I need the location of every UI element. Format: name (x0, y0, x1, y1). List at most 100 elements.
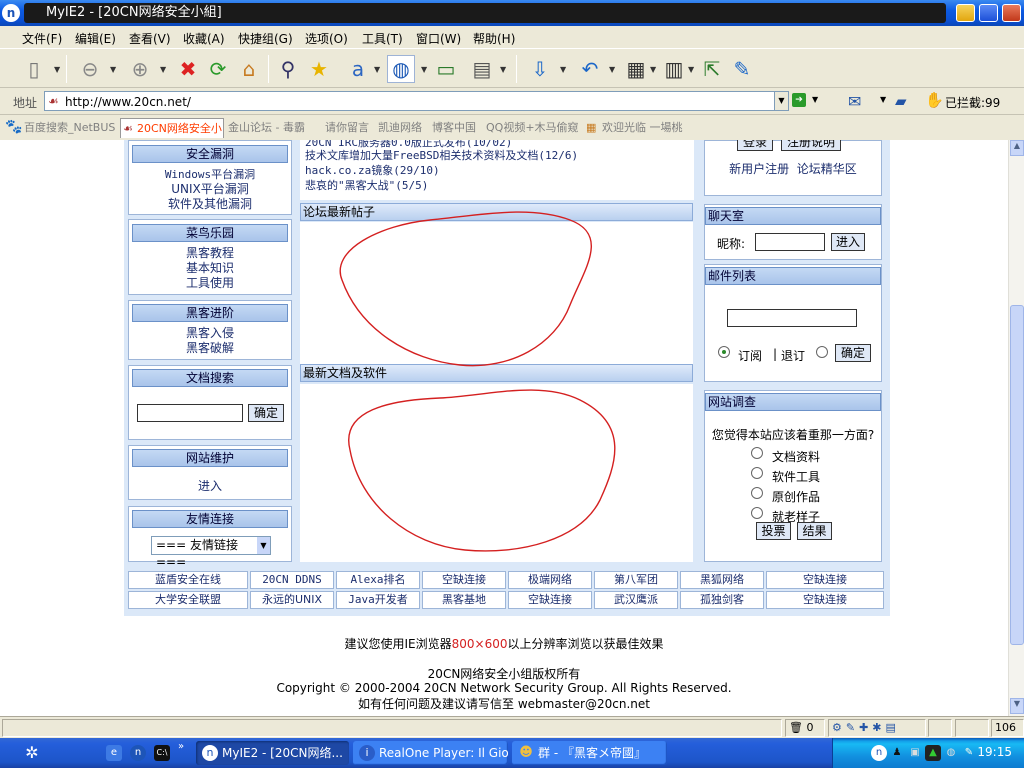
partner-link[interactable]: 极端网络 (508, 571, 592, 589)
task-qq-group[interactable]: ☻ 群 - 『黑客メ帝國』 (512, 741, 667, 765)
chevron-down-icon[interactable]: ▼ (160, 65, 166, 74)
edit-icon[interactable]: ✎ (728, 55, 756, 83)
chat-nick-input[interactable] (755, 233, 825, 251)
partner-link[interactable]: 武汉鹰派 (594, 591, 678, 609)
partner-link[interactable]: 空缺连接 (766, 591, 884, 609)
chevron-down-icon[interactable]: ▼ (110, 65, 116, 74)
vote-button[interactable]: 投票 (756, 522, 791, 540)
chevron-down-icon[interactable]: ▼ (812, 95, 818, 104)
chevron-down-icon[interactable]: ▼ (609, 65, 615, 74)
menu-tools[interactable]: 工具(T) (362, 30, 403, 47)
menu-options[interactable]: 选项(O) (305, 30, 348, 47)
chevron-down-icon[interactable]: ▼ (774, 92, 788, 110)
menu-view[interactable]: 查看(V) (129, 30, 171, 47)
translate-icon[interactable]: a (344, 55, 372, 83)
media-icon[interactable]: ▤ (468, 55, 496, 83)
mail-email-input[interactable] (727, 309, 857, 327)
tab-baidu[interactable]: 百度搜索_NetBUS (24, 118, 118, 138)
login-button[interactable]: 登录 (737, 140, 773, 151)
trash-count[interactable]: 🗑 0 (785, 719, 825, 737)
partner-link[interactable]: 空缺连接 (422, 571, 506, 589)
myie-app-icon[interactable]: n (2, 4, 20, 22)
survey-option-radio[interactable] (751, 467, 763, 479)
contact-info[interactable]: 如有任何问题及建议请写信至 webmaster@20cn.net (0, 695, 1008, 712)
partner-link[interactable]: Alexa排名 (336, 571, 420, 589)
menu-edit[interactable]: 编辑(E) (75, 30, 116, 47)
tab-kaidi[interactable]: 凯迪网络 (378, 118, 430, 138)
menu-favorites[interactable]: 收藏(A) (183, 30, 225, 47)
tab-kingsoft[interactable]: 金山论坛 - 毒霸 (228, 118, 322, 138)
partner-link[interactable]: 黑客基地 (422, 591, 506, 609)
partner-link[interactable]: 永远的UNIX (250, 591, 334, 609)
new-page-icon[interactable]: ▯ (20, 55, 48, 83)
newbie-tools-link[interactable]: 工具使用 (129, 276, 291, 291)
unsubscribe-radio[interactable] (816, 346, 828, 358)
vuln-software-link[interactable]: 软件及其他漏洞 (129, 197, 291, 212)
docsearch-input[interactable] (137, 404, 243, 422)
subscribe-radio[interactable] (718, 346, 730, 358)
search-icon[interactable]: ⚲ (274, 55, 302, 83)
vuln-windows-link[interactable]: Windows平台漏洞 (129, 167, 291, 182)
news-item[interactable]: hack.co.za镜象(29/10) (305, 162, 440, 178)
survey-option-radio[interactable] (751, 507, 763, 519)
menu-groups[interactable]: 快捷组(G) (238, 30, 293, 47)
chevron-down-icon[interactable]: ▼ (880, 95, 886, 104)
partner-link[interactable]: 20CN DDNS (250, 571, 334, 589)
advanced-intrusion-link[interactable]: 黑客入侵 (129, 326, 291, 341)
taskbar-clock[interactable]: 19:15 (977, 745, 1012, 759)
quicklaunch-cmd-icon[interactable]: C:\ (154, 745, 170, 761)
tray-myie-icon[interactable]: n (871, 745, 887, 761)
quicklaunch-ie-icon[interactable]: e (106, 745, 122, 761)
zoom-level[interactable]: 106 (991, 719, 1024, 737)
columns-icon[interactable]: ▥ (660, 55, 688, 83)
mail-icon[interactable]: ✉ (848, 92, 861, 111)
maint-enter-link[interactable]: 进入 (129, 479, 291, 494)
scroll-up-icon[interactable]: ▲ (1010, 140, 1024, 156)
friends-select[interactable]: === 友情链接 === ▼ (151, 536, 271, 569)
tray-volume-icon[interactable]: ✎ (961, 745, 977, 761)
chevron-right-icon[interactable]: » (178, 741, 184, 752)
menu-window[interactable]: 窗口(W) (416, 30, 461, 47)
globe-icon[interactable]: ◍ (387, 55, 415, 83)
mail-submit-button[interactable]: 确定 (835, 344, 871, 362)
restore-button[interactable] (979, 4, 998, 22)
chat-enter-button[interactable]: 进入 (831, 233, 865, 251)
menu-help[interactable]: 帮助(H) (473, 30, 515, 47)
vertical-scrollbar[interactable]: ▲ ▼ (1008, 140, 1024, 716)
advanced-cracking-link[interactable]: 黑客破解 (129, 341, 291, 356)
partner-link[interactable]: 第八军团 (594, 571, 678, 589)
window-icon[interactable]: ▭ (432, 55, 460, 83)
minimize-button[interactable] (956, 4, 975, 22)
news-item[interactable]: 技术文库增加大量FreeBSD相关技术资料及文档(12/6) (305, 147, 578, 163)
menu-file[interactable]: 文件(F) (22, 30, 62, 47)
start-button[interactable]: ✲ (20, 741, 44, 765)
tray-monitor-icon[interactable]: ▲ (925, 745, 941, 761)
favorites-star-icon[interactable]: ★ (305, 55, 333, 83)
chevron-down-icon[interactable]: ▼ (500, 65, 506, 74)
partner-link[interactable]: Java开发者 (336, 591, 420, 609)
back-icon[interactable]: ⊖ (76, 55, 104, 83)
forward-icon[interactable]: ⊕ (126, 55, 154, 83)
tray-qq-icon[interactable]: ♟ (889, 745, 905, 761)
status-tools[interactable]: ⚙✎✚✱▤ (828, 719, 926, 737)
tab-guestbook[interactable]: 请你留言 (325, 118, 375, 138)
news-item[interactable]: 悲哀的"黑客大战"(5/5) (305, 177, 428, 193)
chevron-down-icon[interactable]: ▼ (560, 65, 566, 74)
chevron-down-icon[interactable]: ▼ (650, 65, 656, 74)
partner-link[interactable]: 空缺连接 (766, 571, 884, 589)
export-icon[interactable]: ⇱ (698, 55, 726, 83)
download-icon[interactable]: ⇩ (526, 55, 554, 83)
partner-link[interactable]: 蓝盾安全在线 (128, 571, 248, 589)
survey-option-radio[interactable] (751, 487, 763, 499)
stop-icon[interactable]: ✖ (174, 55, 202, 83)
chevron-down-icon[interactable]: ▼ (257, 537, 270, 554)
tray-network-icon[interactable]: ▣ (907, 745, 923, 761)
title-bar[interactable]: n MyIE2 - [20CN网络安全小組] (0, 0, 1024, 26)
go-icon[interactable]: ➔ (792, 93, 806, 107)
chevron-down-icon[interactable]: ▼ (688, 65, 694, 74)
close-button[interactable] (1002, 4, 1021, 22)
tab-qq-video[interactable]: QQ视频+木马偷窥 (486, 118, 582, 138)
tab-blogchina[interactable]: 博客中国 (432, 118, 484, 138)
address-url[interactable]: http://www.20cn.net/ (65, 95, 191, 109)
partner-link[interactable]: 大学安全联盟 (128, 591, 248, 609)
